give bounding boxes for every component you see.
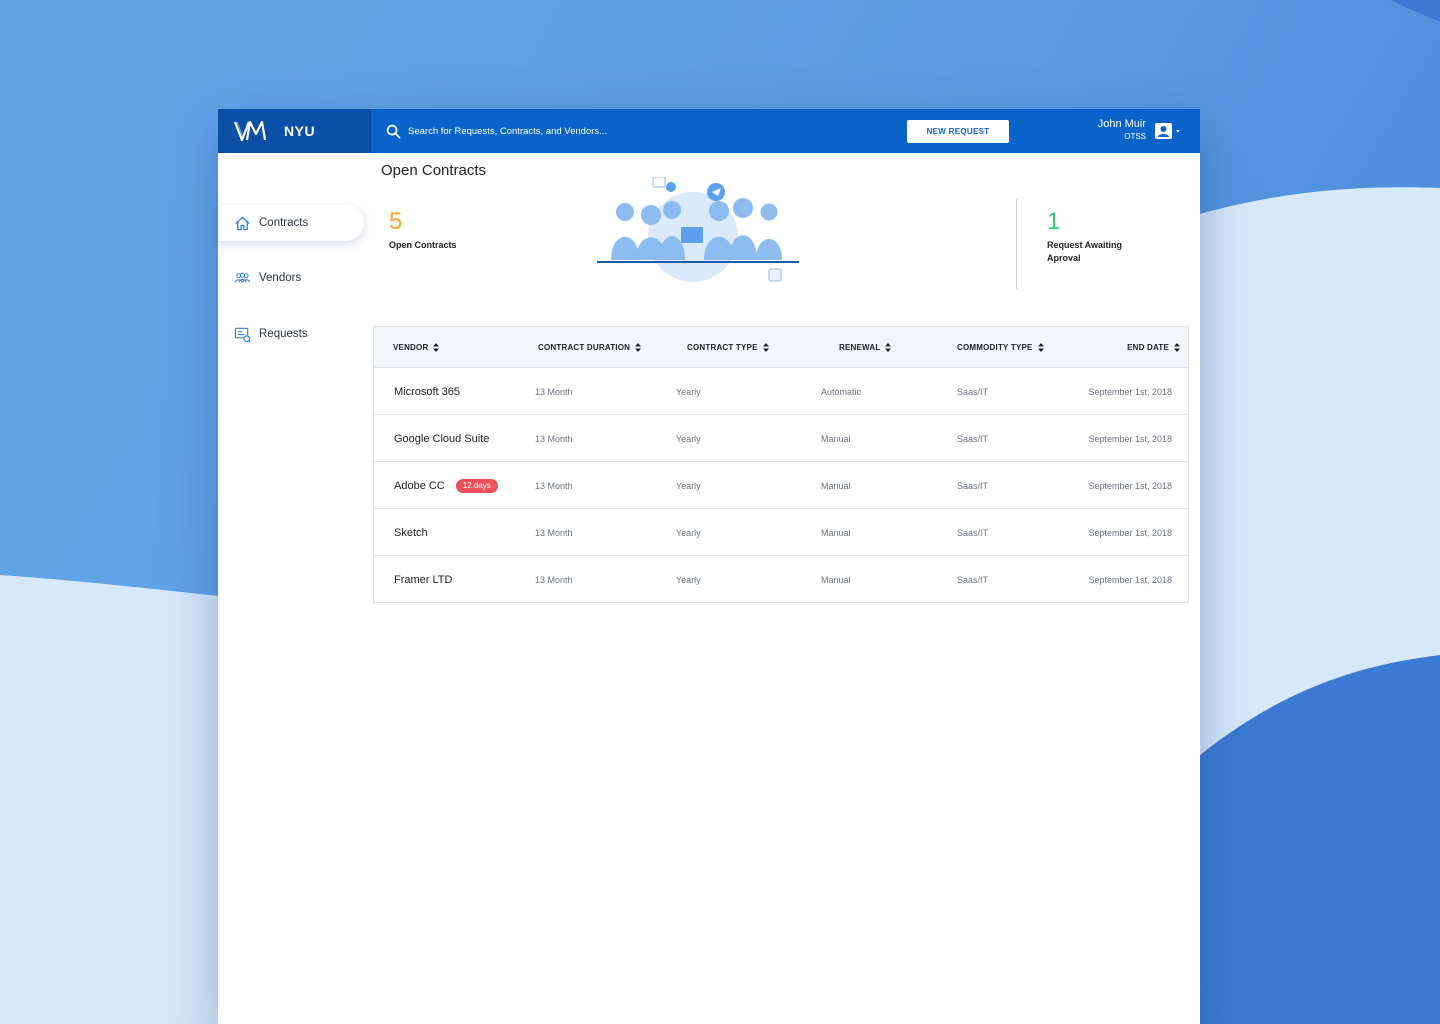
column-header-duration[interactable]: CONTRACT DURATION bbox=[538, 327, 642, 368]
column-header-label: RENEWAL bbox=[839, 343, 881, 352]
cell-renewal: Manual bbox=[821, 480, 851, 491]
sidebar-item-requests[interactable]: Requests bbox=[218, 316, 364, 352]
column-header-commodity[interactable]: COMMODITY TYPE bbox=[957, 327, 1044, 368]
cell-commodity: Saas/IT bbox=[957, 527, 989, 538]
stat-value: 5 bbox=[389, 208, 403, 235]
cell-end-date: September 1st, 2018 bbox=[1088, 527, 1172, 538]
stat-label: Request Awaiting Aproval bbox=[1047, 240, 1123, 263]
vendor-name: Adobe CC bbox=[394, 479, 445, 492]
cell-end-date: September 1st, 2018 bbox=[1088, 480, 1172, 491]
people-icon bbox=[234, 272, 251, 282]
cell-renewal: Manual bbox=[821, 574, 851, 585]
cell-duration: 13 Month bbox=[535, 527, 573, 538]
sidebar-item-vendors[interactable]: Vendors bbox=[218, 260, 364, 296]
cell-end-date: September 1st, 2018 bbox=[1088, 574, 1172, 585]
cell-type: Yearly bbox=[676, 386, 701, 397]
table-row[interactable]: Adobe CC 12 days 13 Month Yearly Manual … bbox=[374, 462, 1188, 509]
vm-logo-icon bbox=[234, 120, 267, 142]
stat-awaiting-approval: 1 Request Awaiting Aproval bbox=[1047, 208, 1157, 265]
stat-open-contracts: 5 Open Contracts bbox=[389, 208, 457, 252]
column-header-label: VENDOR bbox=[393, 343, 429, 352]
cell-duration: 13 Month bbox=[535, 480, 573, 491]
contracts-table: VENDOR CONTRACT DURATION CONTRACT TYPE R… bbox=[373, 326, 1189, 603]
sidebar-item-label: Contracts bbox=[259, 217, 309, 229]
cell-commodity: Saas/IT bbox=[957, 386, 989, 397]
new-request-button[interactable]: NEW REQUEST bbox=[907, 120, 1009, 143]
table-row[interactable]: Sketch 13 Month Yearly Manual Saas/IT Se… bbox=[374, 509, 1188, 556]
column-header-renewal[interactable]: RENEWAL bbox=[839, 327, 892, 368]
cell-type: Yearly bbox=[676, 527, 701, 538]
sidebar-item-label: Requests bbox=[259, 328, 308, 340]
sort-icon bbox=[1037, 343, 1044, 352]
cell-renewal: Manual bbox=[821, 433, 851, 444]
column-header-vendor[interactable]: VENDOR bbox=[393, 327, 440, 368]
column-header-label: CONTRACT DURATION bbox=[538, 343, 631, 352]
top-bar: NYU NEW REQUEST John Muir OTSS bbox=[218, 109, 1200, 153]
cell-end-date: September 1st, 2018 bbox=[1088, 433, 1172, 444]
cell-duration: 13 Month bbox=[535, 574, 573, 585]
cell-vendor: Sketch bbox=[394, 526, 428, 539]
cell-duration: 13 Month bbox=[535, 386, 573, 397]
column-header-label: CONTRACT TYPE bbox=[687, 343, 758, 352]
cell-commodity: Saas/IT bbox=[957, 574, 989, 585]
account-box-icon[interactable] bbox=[1154, 122, 1182, 140]
column-header-type[interactable]: CONTRACT TYPE bbox=[687, 327, 769, 368]
stat-label: Open Contracts bbox=[389, 240, 457, 250]
sort-icon bbox=[885, 343, 892, 352]
table-row[interactable]: Framer LTD 13 Month Yearly Manual Saas/I… bbox=[374, 556, 1188, 603]
cell-vendor: Google Cloud Suite bbox=[394, 432, 490, 445]
page-title: Open Contracts bbox=[381, 162, 487, 179]
cell-type: Yearly bbox=[676, 480, 701, 491]
sidebar-item-contracts[interactable]: Contracts bbox=[218, 205, 364, 241]
stats-divider bbox=[1016, 199, 1017, 289]
cell-type: Yearly bbox=[676, 574, 701, 585]
sort-icon bbox=[635, 343, 642, 352]
brand-name: NYU bbox=[284, 123, 316, 139]
cell-commodity: Saas/IT bbox=[957, 433, 989, 444]
user-info[interactable]: John Muir OTSS bbox=[1092, 118, 1146, 142]
team-illustration bbox=[597, 177, 799, 282]
app-window: NYU NEW REQUEST John Muir OTSS Contrac bbox=[218, 109, 1200, 1024]
home-icon bbox=[235, 216, 250, 230]
sort-icon bbox=[433, 343, 440, 352]
user-name: John Muir bbox=[1097, 118, 1146, 130]
column-header-end-date[interactable]: END DATE bbox=[1127, 327, 1180, 368]
table-row[interactable]: Microsoft 365 13 Month Yearly Automatic … bbox=[374, 368, 1188, 415]
table-row[interactable]: Google Cloud Suite 13 Month Yearly Manua… bbox=[374, 415, 1188, 462]
cell-vendor: Adobe CC 12 days bbox=[394, 462, 498, 509]
cell-duration: 13 Month bbox=[535, 433, 573, 444]
search-icon bbox=[386, 124, 401, 138]
cell-renewal: Automatic bbox=[821, 386, 862, 397]
search-bar[interactable] bbox=[386, 122, 668, 140]
requests-icon bbox=[234, 327, 251, 343]
column-header-label: COMMODITY TYPE bbox=[957, 343, 1033, 352]
brand[interactable]: NYU bbox=[218, 109, 371, 153]
sidebar-item-label: Vendors bbox=[259, 272, 302, 284]
cell-vendor: Microsoft 365 bbox=[394, 385, 461, 398]
cell-end-date: September 1st, 2018 bbox=[1088, 386, 1172, 397]
cell-vendor: Framer LTD bbox=[394, 573, 453, 586]
user-dept: OTSS bbox=[1124, 132, 1146, 141]
sort-icon bbox=[762, 343, 769, 352]
sort-icon bbox=[1174, 343, 1180, 352]
cell-commodity: Saas/IT bbox=[957, 480, 989, 491]
column-header-label: END DATE bbox=[1127, 343, 1169, 352]
expiry-badge: 12 days bbox=[455, 478, 498, 493]
chevron-down-icon bbox=[1176, 130, 1180, 133]
cell-renewal: Manual bbox=[821, 527, 851, 538]
cell-type: Yearly bbox=[676, 433, 701, 444]
search-input[interactable] bbox=[408, 125, 668, 137]
table-header: VENDOR CONTRACT DURATION CONTRACT TYPE R… bbox=[374, 327, 1188, 368]
stat-value: 1 bbox=[1047, 208, 1061, 235]
